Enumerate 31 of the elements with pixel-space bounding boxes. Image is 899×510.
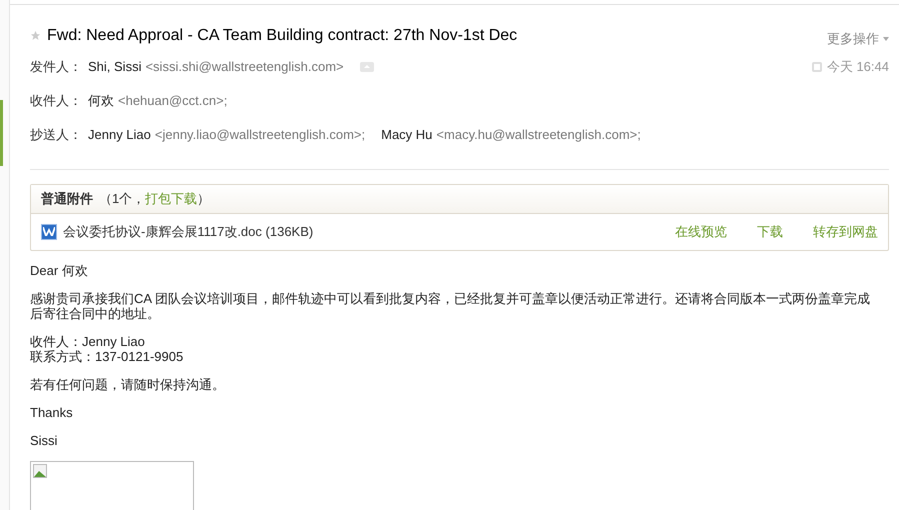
body-text: 若有任何问题，请随时保持沟通。 <box>30 376 226 392</box>
expand-icon[interactable] <box>360 62 374 72</box>
body-text: 收件人：Jenny Liao <box>30 334 146 348</box>
word-file-icon <box>41 224 57 240</box>
contact-name[interactable]: 何欢 <box>88 90 114 110</box>
more-actions-menu[interactable]: 更多操作 <box>827 29 889 48</box>
header-label: 收件人： <box>30 92 83 110</box>
contact-name[interactable]: Jenny Liao <box>88 124 151 144</box>
broken-image-icon <box>33 464 47 478</box>
email-subject: Fwd: Need Approal - CA Team Building contract: 27th Nov-1st Dec <box>47 26 518 46</box>
body-text: 感谢贵司承接我们CA 团队会议培训项目，邮件轨迹中可以看到批复内容，已经批复并可盖章以便活动正常进行。还请将合同版本一式两份盖章完成后寄往合同中的地址。 <box>30 290 871 320</box>
body-text: Dear 何欢 <box>30 262 89 278</box>
attachment-title: 普通附件 <box>41 190 93 208</box>
caret-icon <box>883 36 889 41</box>
header-label: 抄送人： <box>30 126 83 144</box>
contact-name[interactable]: Shi, Sissi <box>88 56 142 76</box>
contact-address: <macy.hu@wallstreetenglish.com>; <box>436 126 641 144</box>
body-text: Thanks <box>30 404 74 420</box>
attachment-count: ） <box>197 190 210 208</box>
attachment-count: （1个， <box>99 190 146 208</box>
contact-address: <hehuan@cct.cn>; <box>118 92 228 110</box>
contact-name[interactable]: Macy Hu <box>381 124 432 144</box>
contact-address: <jenny.liao@wallstreetenglish.com>; <box>154 126 366 144</box>
header-label: 发件人： <box>30 58 83 76</box>
sent-time: 今天 16:44 <box>826 58 889 76</box>
contact-address: <sissi.shi@wallstreetenglish.com> <box>145 58 344 76</box>
attachment-filename[interactable]: 会议委托协议-康辉会展1117改.doc (136KB) <box>63 222 314 242</box>
body-text: 联系方式：137-0121-9905 <box>30 348 184 364</box>
star-icon[interactable] <box>30 30 41 42</box>
body-text: Sissi <box>30 432 58 448</box>
copy-icon[interactable] <box>812 62 822 72</box>
